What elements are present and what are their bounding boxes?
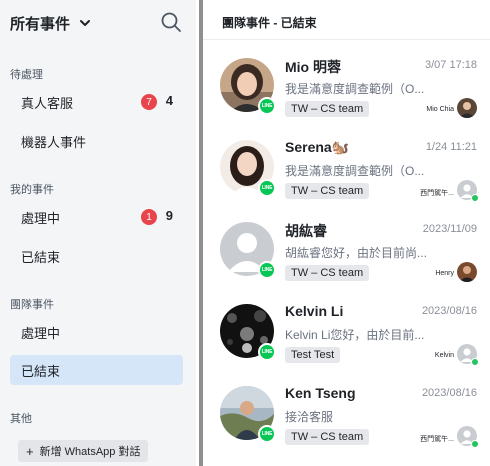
team-tag: TW – CS team [285, 183, 370, 199]
line-icon: LINE [258, 343, 276, 361]
message-preview: 我是滿意度調查範例（O... [285, 82, 425, 96]
unread-badge: 1 [141, 209, 157, 225]
assignee-name: Mio Chia [426, 106, 454, 113]
conversation-item[interactable]: LINE 胡紘睿 2023/11/09 胡紘睿您好，由於目前尚... TW – … [203, 209, 490, 291]
page-title: 團隊事件 - 已結束 [222, 16, 317, 30]
sidebar-item-team-closed[interactable]: 已結束 [10, 355, 183, 385]
sidebar-item-bot-events[interactable]: 機器人事件 [10, 126, 183, 156]
plus-icon: + [26, 443, 34, 459]
timestamp: 3/07 17:18 [425, 59, 477, 71]
divider [203, 39, 490, 40]
sidebar-item-human-agent[interactable]: 真人客服 7 4 [10, 87, 183, 117]
inbox-title: 所有事件 [10, 15, 71, 33]
sidebar-item-label: 機器人事件 [21, 134, 87, 150]
sidebar: 所有事件 待處理 真人客服 7 4 機器人事件 我的事件 處理中 1 9 已結束… [0, 0, 196, 466]
sidebar-item-my-closed[interactable]: 已結束 [10, 241, 183, 271]
sidebar-item-label: 處理中 [21, 210, 61, 226]
team-tag: Test Test [285, 347, 341, 363]
assignee-name: Henry [435, 270, 454, 277]
inbox-selector[interactable]: 所有事件 [10, 10, 186, 36]
section-my-events: 我的事件 [10, 184, 54, 196]
line-icon: LINE [258, 97, 276, 115]
search-icon[interactable] [160, 11, 182, 33]
contact-name: Ken Tseng [285, 385, 356, 401]
assignee-avatar [457, 262, 477, 282]
timestamp: 2023/08/16 [421, 305, 477, 317]
button-label: 新增 WhatsApp 對話 [39, 446, 141, 458]
online-status-icon [471, 194, 479, 202]
timestamp: 2023/11/09 [422, 223, 477, 235]
message-preview: 胡紘睿您好，由於目前尚... [285, 246, 428, 260]
assignee-avatar [457, 98, 477, 118]
line-icon: LINE [258, 179, 276, 197]
sidebar-item-label: 真人客服 [21, 95, 74, 111]
chevron-down-icon[interactable] [79, 17, 91, 29]
sidebar-item-my-processing[interactable]: 處理中 1 9 [10, 202, 183, 232]
line-icon: LINE [258, 261, 276, 279]
timestamp: 1/24 11:21 [425, 141, 477, 153]
item-count: 9 [165, 208, 173, 223]
contact-name: Mio 明蓉 [285, 59, 341, 75]
timestamp: 2023/08/16 [421, 387, 477, 399]
unread-badge: 7 [141, 94, 157, 110]
item-count: 4 [165, 93, 173, 108]
conversation-item[interactable]: LINE Serena🐿️ 1/24 11:21 我是滿意度調查範例（O... … [203, 127, 490, 209]
section-other: 其他 [10, 413, 32, 425]
team-tag: TW – CS team [285, 101, 370, 117]
assignee-name: 西門駕午... [420, 436, 454, 443]
sidebar-item-label: 處理中 [21, 325, 61, 341]
message-preview: 接洽客服 [285, 410, 334, 424]
online-status-icon [471, 440, 479, 448]
conversation-item[interactable]: LINE Mio 明蓉 3/07 17:18 我是滿意度調查範例（O... TW… [203, 45, 490, 127]
conversation-item[interactable]: LINE Ken Tseng 2023/08/16 接洽客服 TW – CS t… [203, 373, 490, 455]
sidebar-item-label: 已結束 [21, 249, 61, 265]
new-whatsapp-chat-button[interactable]: + 新增 WhatsApp 對話 [18, 440, 149, 462]
message-preview: Kelvin Li您好，由於目前... [285, 328, 425, 342]
section-team-events: 團隊事件 [10, 299, 54, 311]
section-pending: 待處理 [10, 69, 43, 81]
message-preview: 我是滿意度調查範例（O... [285, 164, 425, 178]
sidebar-item-label: 已結束 [21, 363, 61, 379]
line-icon: LINE [258, 425, 276, 443]
assignee-name: 西門駕午... [420, 190, 454, 197]
contact-name: Serena🐿️ [285, 139, 350, 155]
assignee-name: Kelvin [434, 352, 454, 359]
conversation-list-panel: 團隊事件 - 已結束 LINE Mio 明蓉 3/07 17:18 我是滿意度調… [203, 0, 490, 466]
online-status-icon [471, 358, 479, 366]
contact-name: Kelvin Li [285, 303, 344, 319]
team-tag: TW – CS team [285, 265, 370, 281]
contact-name: 胡紘睿 [285, 223, 327, 239]
team-tag: TW – CS team [285, 429, 370, 445]
conversation-item[interactable]: LINE Kelvin Li 2023/08/16 Kelvin Li您好，由於… [203, 291, 490, 373]
sidebar-item-team-processing[interactable]: 處理中 [10, 317, 183, 347]
